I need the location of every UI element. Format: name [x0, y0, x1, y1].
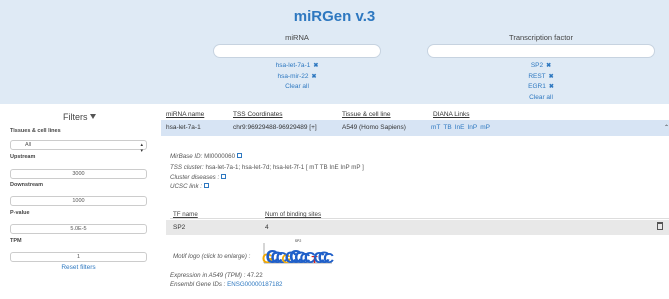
tissues-select[interactable]: All ▴ ▾ [10, 140, 147, 154]
tf-tag[interactable]: EGR1 ✖ [427, 82, 655, 93]
row-mirna-name: hsa-let-7a-1 [166, 124, 201, 131]
ucsc-link: UCSC link : [170, 183, 209, 190]
mirna-clear-all-link[interactable]: Clear all [213, 82, 381, 92]
col-header-diana-links[interactable]: DIANA Links [433, 111, 470, 118]
col-header-mirna-name[interactable]: miRNA name [166, 111, 204, 118]
col-header-tissue[interactable]: Tissue & cell line [342, 111, 391, 118]
diana-link-mt[interactable]: mT [431, 124, 440, 131]
diana-link-mp[interactable]: mP [480, 124, 490, 131]
row-tissue: A549 (Homo Sapiens) [342, 124, 406, 131]
tpm-input[interactable]: 1 [10, 252, 147, 262]
trash-icon[interactable] [657, 222, 663, 230]
tf-tag[interactable]: SP2 ✖ [427, 61, 655, 72]
external-link-icon[interactable] [203, 183, 209, 188]
upstream-label: Upstream [10, 154, 36, 160]
motif-logo[interactable]: SP2 GCCCGCCCCCTCCC [262, 238, 334, 266]
tf-row-count: 4 [265, 224, 269, 231]
tissues-label: Tissues & cell lines [10, 128, 61, 134]
tf-search-input[interactable] [427, 44, 655, 58]
motif-letter: C [323, 250, 334, 266]
row-tss: chr9:96929488-96929489 [+] [233, 124, 317, 131]
tf-tag[interactable]: REST ✖ [427, 72, 655, 83]
downstream-label: Downstream [10, 182, 44, 188]
cluster-diseases: Cluster diseases : [170, 174, 227, 181]
diana-link-tb[interactable]: TB [443, 124, 451, 131]
row-diana-links: mT TB InE InP mP [431, 124, 493, 131]
remove-icon[interactable]: ✖ [313, 63, 318, 69]
tf-tag-list: SP2 ✖ REST ✖ EGR1 ✖ Clear all [427, 61, 655, 102]
motif-title: SP2 [295, 239, 302, 243]
filter-icon [89, 114, 96, 120]
expression: Expression in A549 (TPM) : 47.22 [170, 272, 263, 279]
mirna-search-input[interactable] [213, 44, 381, 58]
tf-clear-all-link[interactable]: Clear all [427, 93, 655, 103]
external-link-icon[interactable] [237, 153, 243, 158]
pvalue-label: P-value [10, 210, 30, 216]
col-header-tss[interactable]: TSS Coordinates [233, 111, 283, 118]
diana-link-ine[interactable]: InE [455, 124, 465, 131]
pvalue-input[interactable]: 5.0E-5 [10, 224, 147, 234]
ensembl-link[interactable]: ENSG00000187182 [227, 281, 282, 288]
tf-search-label: Transcription factor [509, 33, 573, 42]
tf-table-row[interactable] [166, 220, 669, 235]
mirna-tag[interactable]: hsa-let-7a-1 ✖ [213, 61, 381, 72]
tpm-label: TPM [10, 238, 22, 244]
tf-col-header-sites[interactable]: Num of binding sites [265, 211, 321, 218]
remove-icon[interactable]: ✖ [549, 74, 554, 80]
tss-cluster: TSS cluster: hsa-let-7a-1; hsa-let-7d; h… [170, 164, 364, 171]
divider [170, 218, 669, 219]
tf-col-header-name[interactable]: TF name [173, 211, 198, 218]
collapse-caret-icon[interactable]: ⌃ [664, 124, 669, 131]
tf-row-name: SP2 [173, 224, 186, 231]
remove-icon[interactable]: ✖ [549, 84, 554, 90]
ensembl-ids: Ensembl Gene IDs : ENSG00000187182 [170, 281, 283, 288]
select-arrows-icon: ▴ ▾ [140, 142, 143, 154]
motif-logo-label: Motif logo (click to enlarge) : [173, 253, 251, 260]
filters-title: Filters [63, 112, 96, 122]
mirbase-id: MirBase ID: MI0000060 [170, 153, 243, 160]
mirna-tag-list: hsa-let-7a-1 ✖ hsa-mir-22 ✖ Clear all [213, 61, 381, 92]
upstream-input[interactable]: 3000 [10, 169, 147, 179]
remove-icon[interactable]: ✖ [546, 63, 551, 69]
mirna-search-label: miRNA [285, 33, 309, 42]
remove-icon[interactable]: ✖ [312, 74, 317, 80]
mirna-tag[interactable]: hsa-mir-22 ✖ [213, 72, 381, 83]
reset-filters-link[interactable]: Reset filters [10, 264, 147, 271]
external-link-icon[interactable] [221, 174, 227, 179]
downstream-input[interactable]: 1000 [10, 196, 147, 206]
diana-link-inp[interactable]: InP [467, 124, 477, 131]
app-title: miRGen v.3 [293, 8, 376, 25]
